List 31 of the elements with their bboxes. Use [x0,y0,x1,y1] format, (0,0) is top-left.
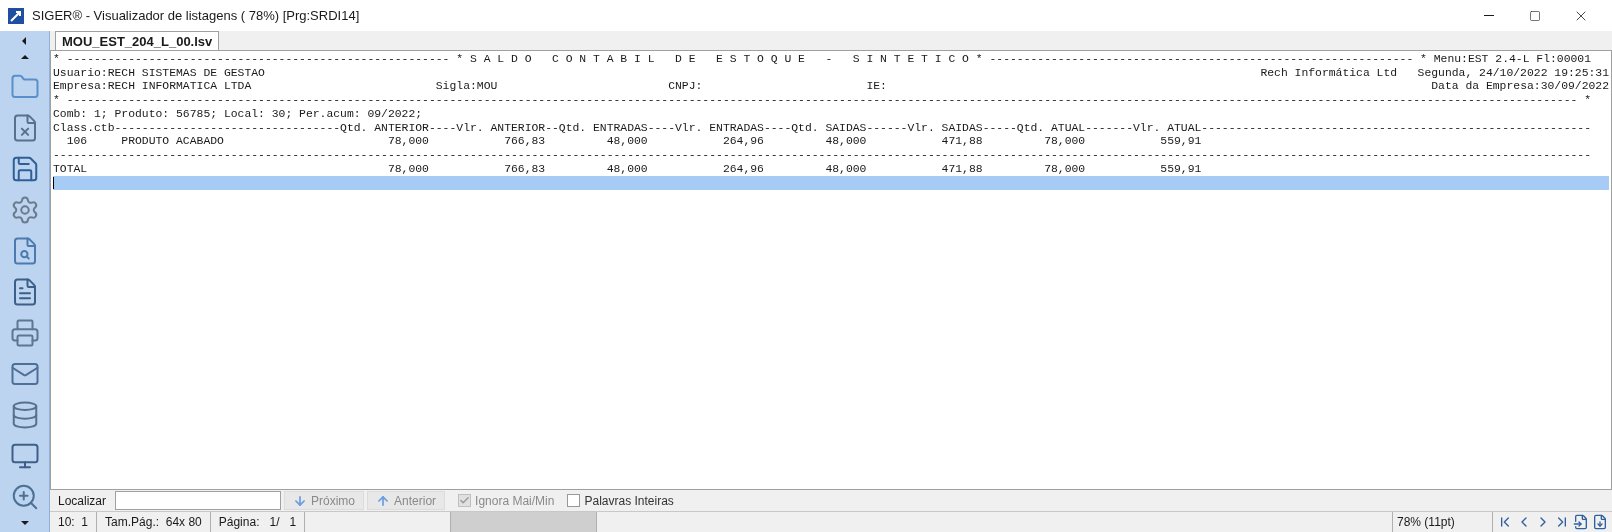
report-text: --------------------------------------------------------------------------------------------------------------------------------------------------------------------------------------------------------------------------------- [53,148,1591,163]
window-title: SIGER® - Visualizador de listagens ( 78%) [Prg:SRDI14] [32,6,360,25]
scroll-up-icon[interactable] [19,52,30,62]
scroll-down-icon[interactable] [19,518,30,528]
report-text: Empresa:RECH INFORMATICA LTDA Sigla:MOU CNPJ: IE: [53,80,887,95]
option-checkbox[interactable]: Palavras Inteiras [567,491,674,510]
report-text: Rech Informática Ltd Segunda, 24/10/2022 19:25:31 [1260,66,1609,81]
status-cell: Página: 1/ 1 [210,512,306,532]
find-label: Localizar [57,492,108,510]
report-text: Data da Empresa:30/09/2022 [1431,80,1609,95]
report-text: TOTAL 78,000 766,83 48,000 264,96 48,000 471,88 78,000 559,91 [53,162,1202,177]
text-cursor [53,177,54,190]
printer-icon[interactable] [9,318,40,348]
check-icon [459,495,471,506]
status-cell: Tam.Pág.: 64x 80 [97,512,211,532]
minimize-icon [1484,15,1494,16]
report-text: Class.ctb---------------------------------Qtd. ANTERIOR----Vlr. ANTERIOR--Qtd. ENTRADAS----Vlr. ENTRADAS----Qtd. SAIDAS------Vlr. SAIDAS-----Qtd. ATUAL-------Vlr. ATUAL--------------------------------------------------------- [53,121,1591,136]
report-text: Usuario:RECH SISTEMAS DE GESTAO [53,66,265,81]
document-tab[interactable]: MOU_EST_204_L_00.lsv [55,31,220,50]
maximize-icon [1529,9,1541,22]
go-to-page-icon[interactable] [1573,514,1589,530]
export-icon[interactable] [1592,514,1608,530]
report-text: * ----------------------------------------------------------------------------------------------------------------------------------------------------------------------------------------------------------------------------- * [53,94,1591,108]
zoom-level: 78% (11pt) [1393,512,1493,532]
report-text: 106 PRODUTO ACABADO 78,000 766,83 48,000 264,96 48,000 471,88 78,000 559,91 [65,135,1202,149]
report-text: Comb: 1; Produto: 56785; Local: 30; Per.acum: 09/2022; [53,107,423,122]
report-text: * -------------------------------------------------------- * S A L D O C O N T A B I L D E E S T O Q U E - S I N T E T I C O * -------------------------------------------------------------- * Menu:EST 2.4-L Fl:00001 [53,53,1591,67]
status-cell: 10: 1 [50,512,98,532]
monitor-icon[interactable] [9,441,40,471]
find-field[interactable] [115,491,282,510]
app-logo-icon [8,7,24,24]
